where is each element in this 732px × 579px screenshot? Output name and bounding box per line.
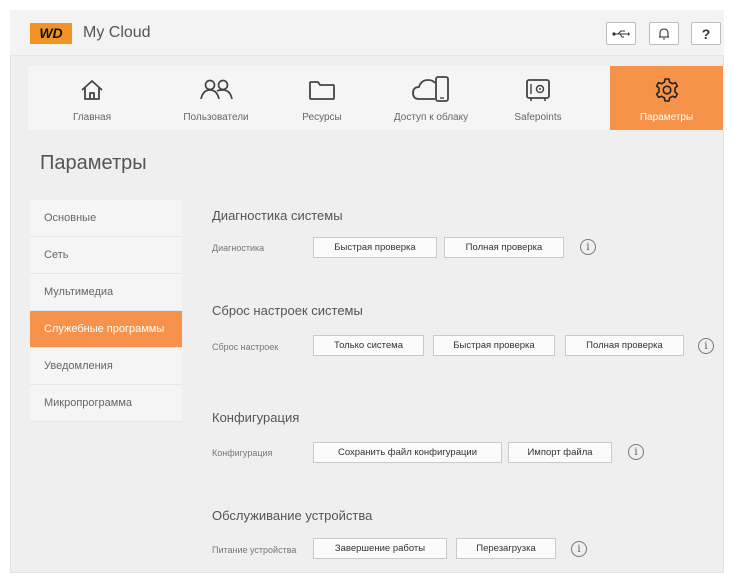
config-title: Конфигурация	[212, 410, 300, 425]
usb-icon	[612, 30, 630, 37]
config-label: Конфигурация	[212, 448, 273, 458]
diagnostics-quick-button[interactable]: Быстрая проверка	[313, 237, 437, 258]
sidebar-item-firmware[interactable]: Микропрограмма	[30, 385, 182, 422]
nav-shares[interactable]: Ресурсы	[274, 66, 370, 130]
reset-quick-button[interactable]: Быстрая проверка	[433, 335, 555, 356]
reset-label: Сброс настроек	[212, 342, 279, 352]
main-nav: Главная Пользователи Ресурсы Доступ к об…	[28, 66, 724, 130]
config-info-icon[interactable]: i	[628, 444, 644, 460]
sidebar-item-notifications[interactable]: Уведомления	[30, 348, 182, 385]
help-button[interactable]: ?	[691, 22, 721, 45]
nav-safepoints-label: Safepoints	[514, 112, 562, 123]
reset-system-only-button[interactable]: Только система	[313, 335, 424, 356]
cloud-device-icon	[411, 72, 451, 108]
diagnostics-full-button[interactable]: Полная проверка	[444, 237, 564, 258]
app-title: My Cloud	[83, 24, 151, 41]
reset-title: Сброс настроек системы	[212, 303, 363, 318]
nav-home[interactable]: Главная	[40, 66, 144, 130]
home-icon	[79, 72, 105, 108]
help-icon: ?	[701, 25, 711, 42]
sidebar-item-general[interactable]: Основные	[30, 200, 182, 237]
usb-button[interactable]	[606, 22, 636, 45]
nav-home-label: Главная	[72, 112, 112, 123]
maintenance-label: Питание устройства	[212, 545, 297, 555]
config-save-button[interactable]: Сохранить файл конфигурации	[313, 442, 502, 463]
nav-settings[interactable]: Параметры	[610, 66, 723, 130]
nav-settings-label: Параметры	[639, 112, 694, 123]
nav-cloud-access-label: Доступ к облаку	[393, 112, 469, 123]
folder-icon	[308, 72, 336, 108]
top-header: WD My Cloud ?	[10, 10, 724, 56]
gear-icon	[654, 72, 680, 108]
diagnostics-title: Диагностика системы	[212, 208, 343, 223]
nav-users[interactable]: Пользователи	[164, 66, 268, 130]
sidebar-item-network[interactable]: Сеть	[30, 237, 182, 274]
nav-users-label: Пользователи	[183, 112, 249, 123]
maintenance-title: Обслуживание устройства	[212, 508, 373, 523]
reboot-button[interactable]: Перезагрузка	[456, 538, 556, 559]
nav-shares-label: Ресурсы	[302, 112, 342, 123]
diagnostics-info-icon[interactable]: i	[580, 239, 596, 255]
sidebar-item-media[interactable]: Мультимедиа	[30, 274, 182, 311]
settings-sidebar: Основные Сеть Мультимедиа Служебные прог…	[30, 200, 182, 422]
notifications-button[interactable]	[649, 22, 679, 45]
bell-icon	[659, 28, 669, 40]
maintenance-info-icon[interactable]: i	[571, 541, 587, 557]
users-icon	[199, 72, 233, 108]
sidebar-item-utilities[interactable]: Служебные программы	[30, 311, 182, 348]
nav-cloud-access[interactable]: Доступ к облаку	[380, 66, 482, 130]
wd-logo: WD	[30, 23, 72, 44]
nav-safepoints[interactable]: Safepoints	[490, 66, 586, 130]
safe-icon	[524, 72, 552, 108]
diagnostics-label: Диагностика	[212, 243, 265, 253]
config-import-button[interactable]: Импорт файла	[508, 442, 612, 463]
reset-full-button[interactable]: Полная проверка	[565, 335, 684, 356]
shutdown-button[interactable]: Завершение работы	[313, 538, 447, 559]
reset-info-icon[interactable]: i	[698, 338, 714, 354]
page-title: Параметры	[40, 152, 147, 174]
